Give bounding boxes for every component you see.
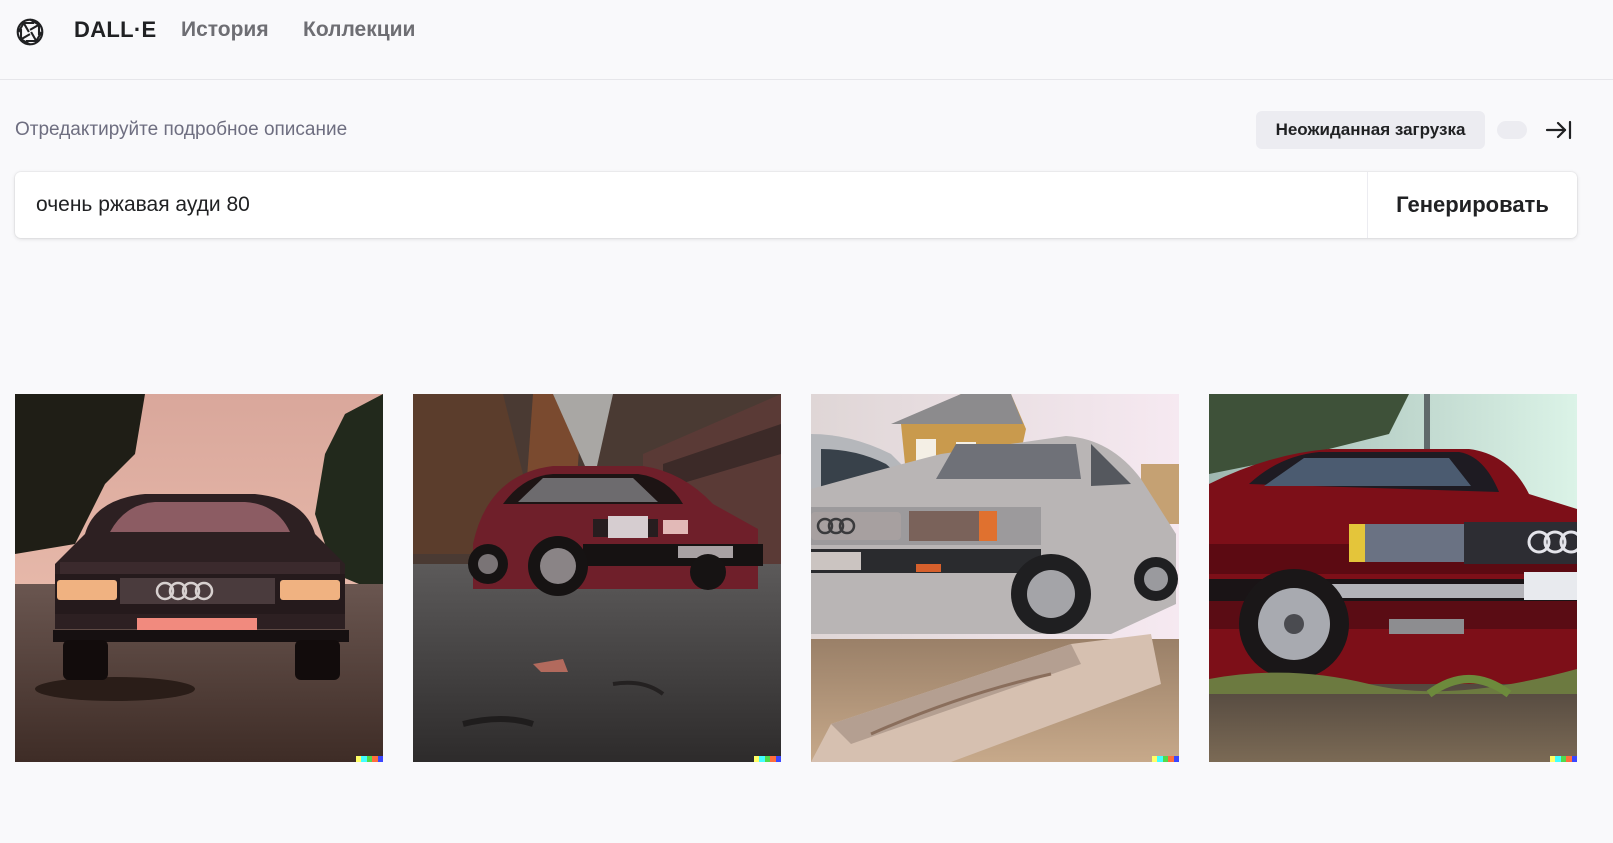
prompt-input[interactable]	[15, 172, 1367, 238]
car-image-3	[811, 394, 1179, 762]
generated-image-2[interactable]	[413, 394, 781, 762]
car-image-4	[1209, 394, 1577, 762]
prompt-bar: Генерировать	[15, 172, 1577, 238]
toggle-switch[interactable]	[1497, 121, 1527, 139]
openai-logo-icon[interactable]	[14, 16, 46, 48]
generated-image-1[interactable]	[15, 394, 383, 762]
car-image-1	[15, 394, 383, 762]
image-gallery	[15, 394, 1577, 762]
car-image-2	[413, 394, 781, 762]
nav-history-link[interactable]: История	[181, 18, 269, 42]
signature-bar	[1152, 756, 1179, 762]
signature-bar	[754, 756, 781, 762]
prompt-hint: Отредактируйте подробное описание	[15, 119, 348, 140]
surprise-upload-button[interactable]: Неожиданная загрузка	[1256, 111, 1485, 149]
generated-image-4[interactable]	[1209, 394, 1577, 762]
signature-bar	[356, 756, 383, 762]
generated-image-3[interactable]	[811, 394, 1179, 762]
nav-collections-link[interactable]: Коллекции	[303, 18, 415, 42]
top-bar: DALL·E История Коллекции	[0, 0, 1613, 80]
brand-title[interactable]: DALL·E	[74, 17, 156, 43]
generate-button[interactable]: Генерировать	[1367, 172, 1577, 238]
collapse-arrow-icon[interactable]	[1545, 118, 1573, 142]
signature-bar	[1550, 756, 1577, 762]
